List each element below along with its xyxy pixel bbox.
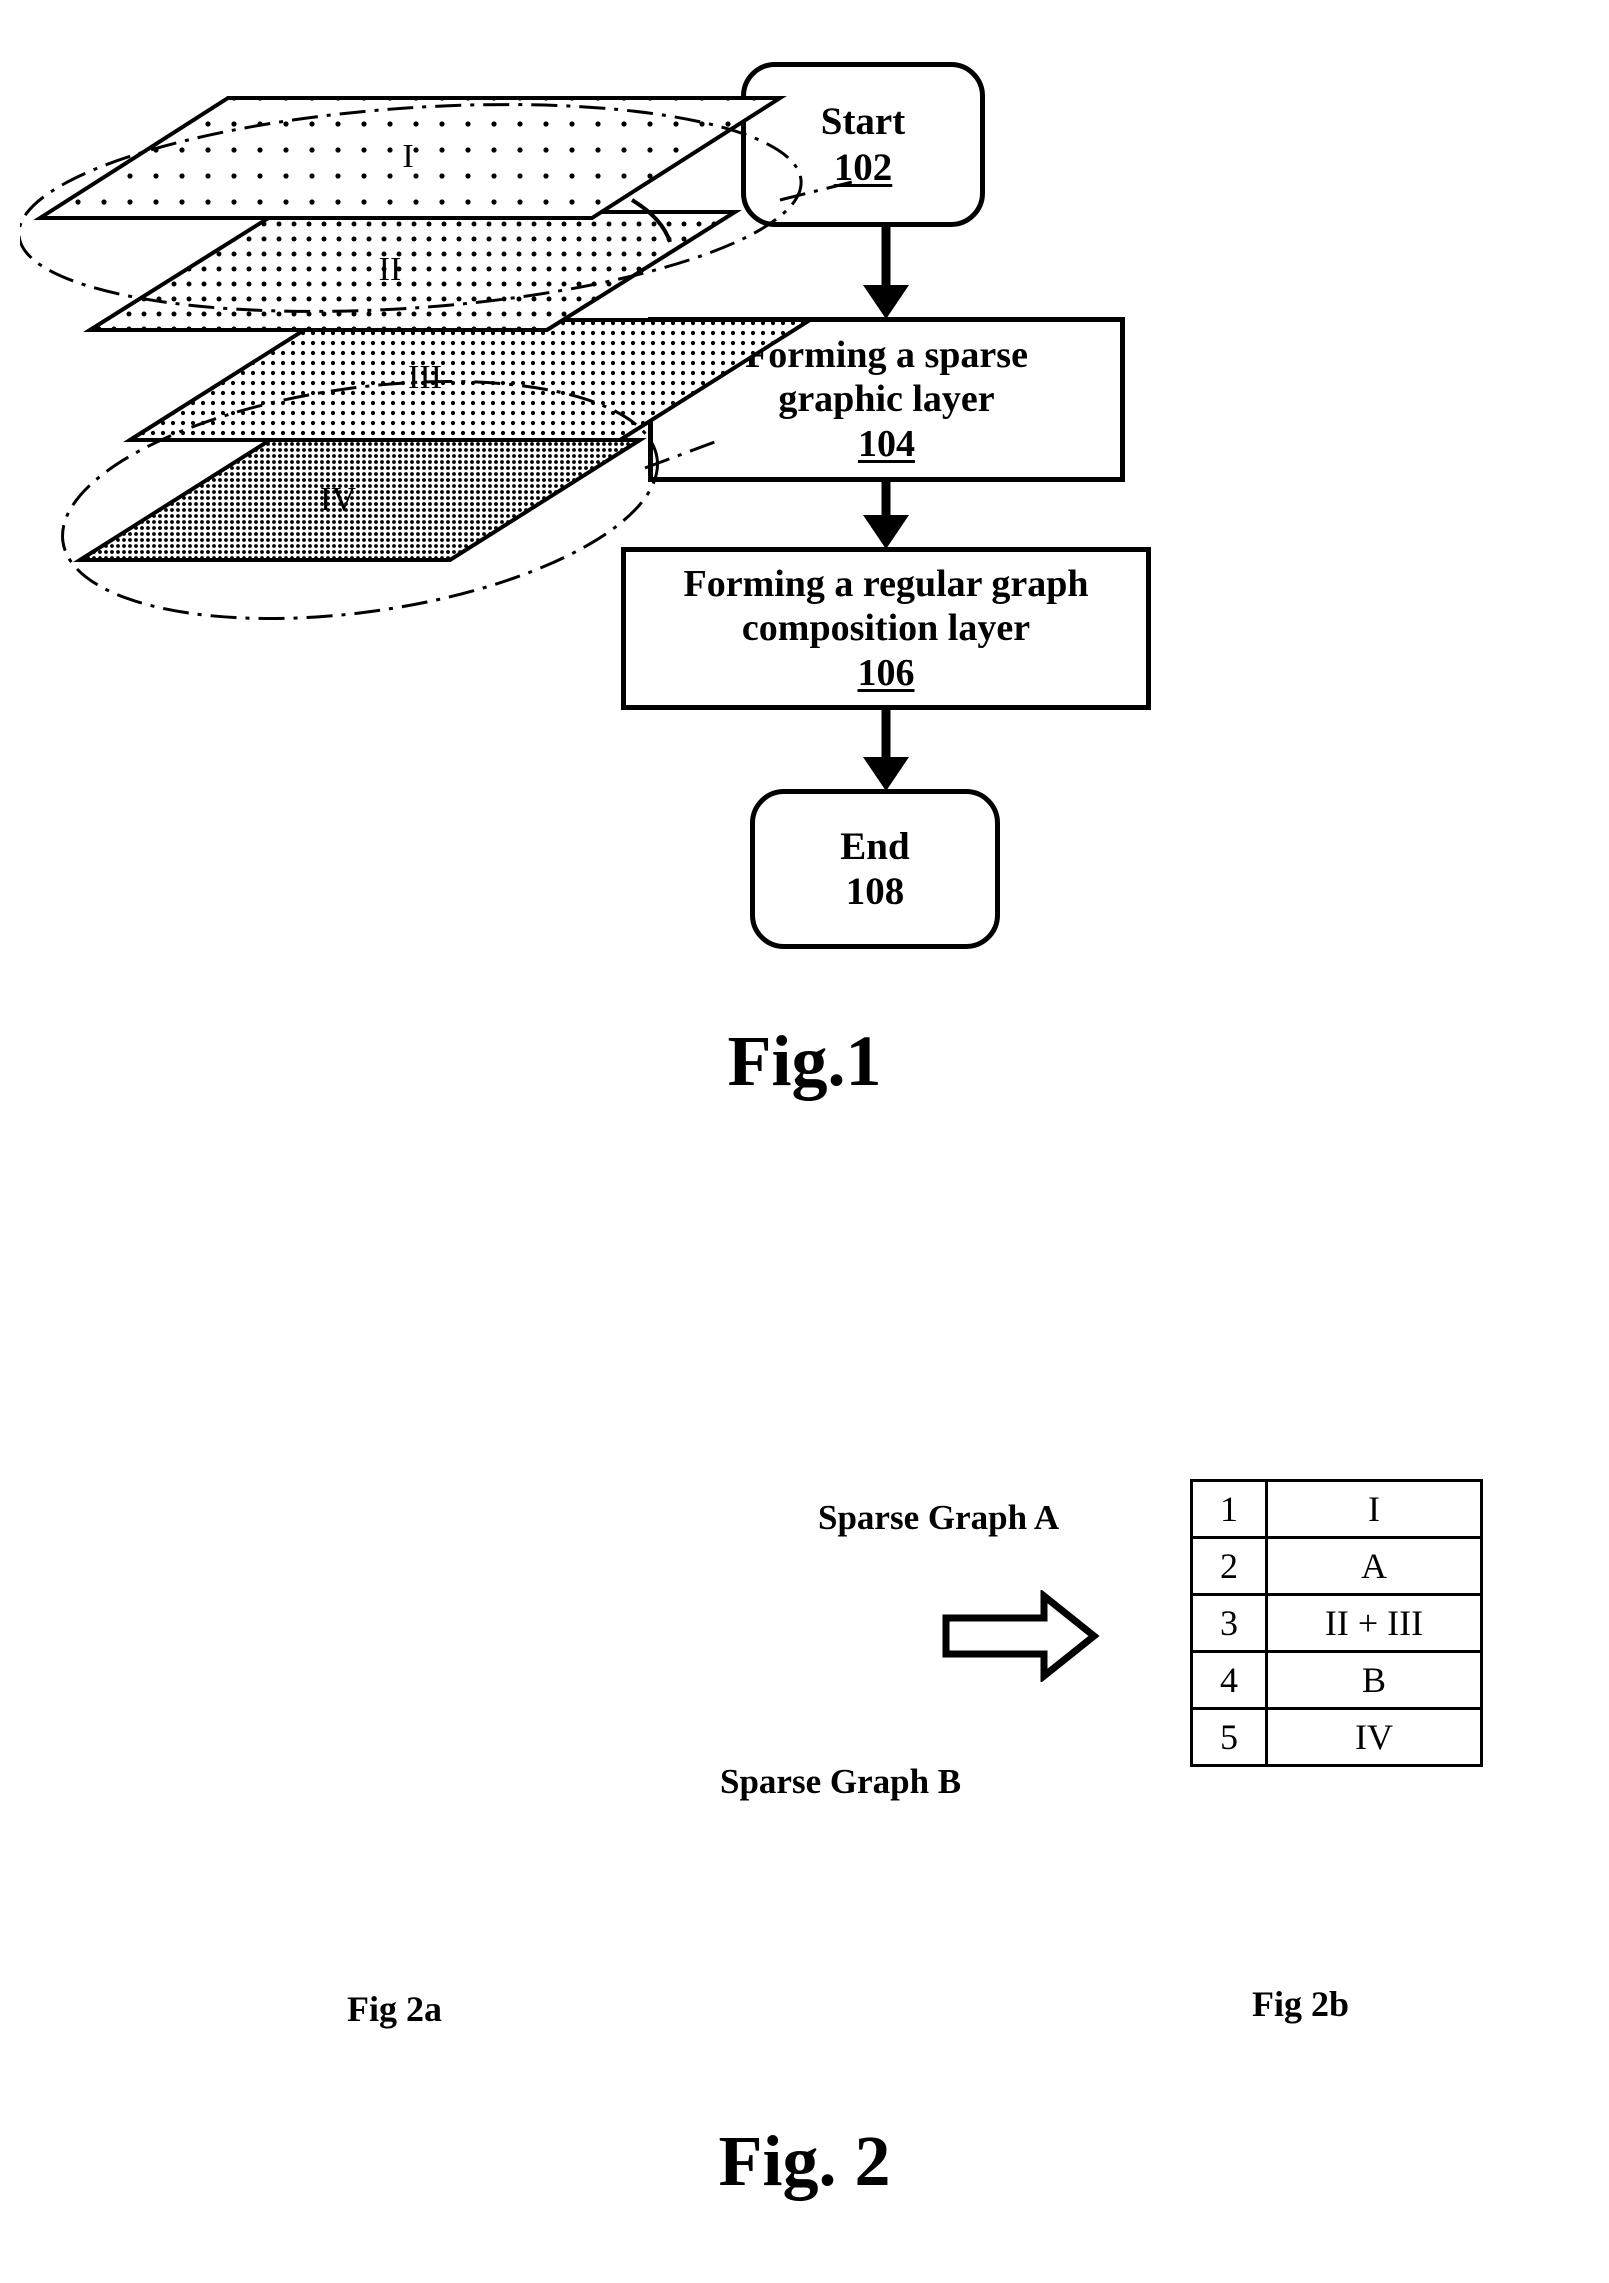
row-index: 4 <box>1190 1650 1268 1710</box>
row-value: I <box>1265 1479 1483 1539</box>
table-row: 1 I <box>1190 1479 1483 1539</box>
layer-iv: IV <box>73 438 647 562</box>
row-value: A <box>1265 1536 1483 1596</box>
row-index: 5 <box>1190 1707 1268 1767</box>
layer-ii-label: II <box>379 251 402 288</box>
table-row: 4 B <box>1190 1650 1483 1710</box>
row-value: II + III <box>1265 1593 1483 1653</box>
node-end-number: 108 <box>845 870 905 913</box>
row-value: IV <box>1265 1707 1483 1767</box>
row-value: B <box>1265 1650 1483 1710</box>
layer-iv-label: IV <box>320 481 356 518</box>
flowchart-node-end: End 108 <box>750 789 1000 949</box>
table-row: 3 II + III <box>1190 1593 1483 1653</box>
layer-iii: III <box>123 318 817 442</box>
sparse-graph-a-label: Sparse Graph A <box>818 1498 1060 1537</box>
right-arrow-icon <box>942 1590 1100 1682</box>
layer-i-label: I <box>402 138 413 175</box>
figure-1-caption: Fig.1 <box>727 1021 882 1101</box>
mapping-table-body: 1 I 2 A 3 II + III 4 B 5 IV <box>1190 1479 1483 1767</box>
layer-ii: II <box>83 210 742 332</box>
row-index: 2 <box>1190 1536 1268 1596</box>
table-row: 5 IV <box>1190 1707 1483 1767</box>
layer-i: I <box>33 96 787 220</box>
layer-iii-label: III <box>408 359 442 396</box>
table-row: 2 A <box>1190 1536 1483 1596</box>
figure-2b-caption: Fig 2b <box>1252 1984 1350 2024</box>
mapping-table: 1 I 2 A 3 II + III 4 B 5 IV <box>1190 1479 1483 1767</box>
layer-stack-diagram: IV III II I <box>20 96 861 621</box>
figure-2a-caption: Fig 2a <box>347 1989 442 2029</box>
row-index: 3 <box>1190 1593 1268 1653</box>
arrowhead-down-icon <box>863 757 909 791</box>
row-index: 1 <box>1190 1479 1268 1539</box>
sparse-graph-a-leader <box>779 178 861 202</box>
sparse-graph-b-label: Sparse Graph B <box>720 1762 962 1801</box>
node-end-label: End <box>840 824 910 868</box>
figure-2-caption: Fig. 2 <box>718 2121 891 2201</box>
